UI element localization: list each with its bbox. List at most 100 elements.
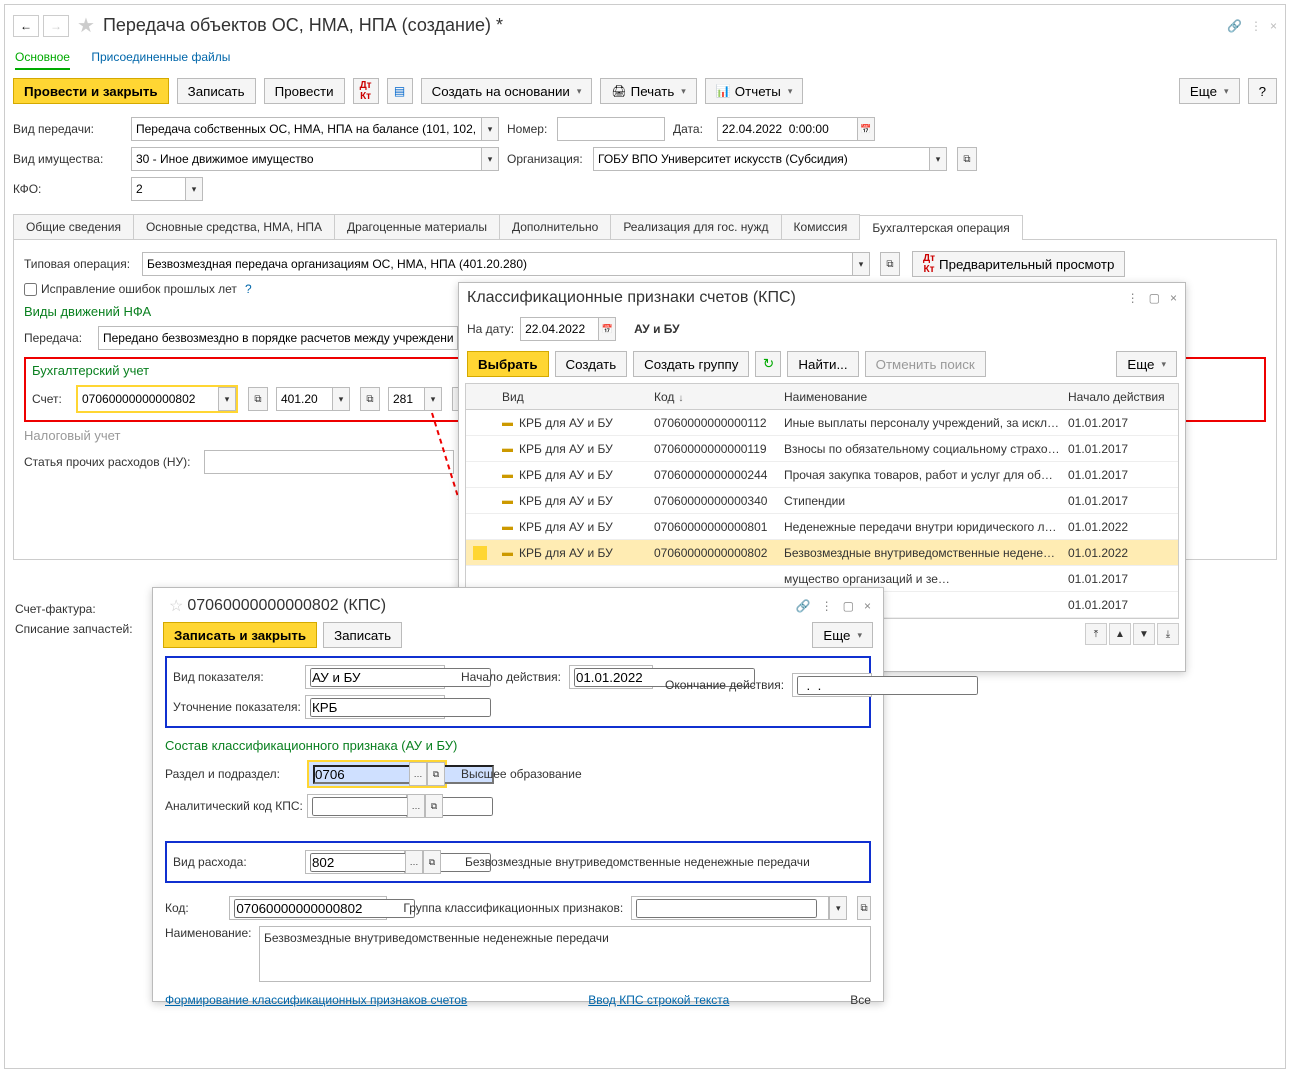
clarify-field[interactable] (305, 695, 445, 719)
table-row[interactable]: ▬ КРБ для АУ и БУ07060000000000802Безвоз… (466, 540, 1178, 566)
kps-maximize-icon[interactable]: ▢ (1149, 291, 1160, 305)
print-button[interactable]: 🖨 Печать (600, 78, 696, 104)
nav-files[interactable]: Присоединенные файлы (91, 46, 230, 68)
tab-commission[interactable]: Комиссия (781, 214, 861, 239)
section-ellipsis[interactable]: … (409, 762, 427, 786)
other-exp-field[interactable] (204, 450, 454, 474)
create-based-button[interactable]: Создать на основании (421, 78, 593, 104)
kps-cancel-find-button[interactable]: Отменить поиск (865, 351, 986, 377)
table-row[interactable]: ▬ КРБ для АУ и БУ07060000000000801Недене… (466, 514, 1178, 540)
col-name-header[interactable]: Наименование (784, 390, 1068, 404)
transfer-type-field[interactable] (131, 117, 481, 141)
col-date-header[interactable]: Начало действия (1068, 390, 1168, 404)
dtkt-button[interactable]: ДтКт (353, 78, 379, 104)
kfo-field[interactable] (131, 177, 185, 201)
property-type-field[interactable] (131, 147, 481, 171)
typop-field[interactable] (142, 252, 852, 276)
item-favorite-icon[interactable]: ☆ (169, 596, 183, 616)
name-field[interactable]: Безвозмездные внутриведомственные недене… (259, 926, 871, 982)
save-button[interactable]: Записать (177, 78, 256, 104)
link-kps-string[interactable]: Ввод КПС строкой текста (588, 993, 729, 1007)
more-button[interactable]: Еще (1179, 78, 1240, 104)
favorite-icon[interactable]: ★ (77, 13, 95, 38)
tab-accounting[interactable]: Бухгалтерская операция (859, 215, 1022, 240)
kps-scroll-top-icon[interactable]: ⤒ (1085, 623, 1107, 645)
post-and-close-button[interactable]: Провести и закрыть (13, 78, 169, 104)
group-open-button[interactable]: ⧉ (857, 896, 871, 920)
item-more-icon[interactable]: ⋮ (821, 599, 833, 613)
typop-dropdown[interactable]: ▾ (852, 252, 870, 276)
kps-more-button[interactable]: Еще (1116, 351, 1177, 377)
kps-close-icon[interactable]: × (1170, 291, 1177, 305)
analytic-field[interactable] (307, 794, 407, 818)
kps-scroll-bottom-icon[interactable]: ⤓ (1157, 623, 1179, 645)
preview-button[interactable]: ДтКт Предварительный просмотр (912, 251, 1125, 277)
table-row[interactable]: ▬ КРБ для АУ и БУ07060000000000119Взносы… (466, 436, 1178, 462)
link-icon[interactable]: 🔗 (1227, 19, 1242, 33)
kps-find-button[interactable]: Найти... (787, 351, 858, 377)
tab-additional[interactable]: Дополнительно (499, 214, 611, 239)
start-field[interactable] (569, 665, 653, 689)
item-save-close-button[interactable]: Записать и закрыть (163, 622, 317, 648)
item-link-icon[interactable]: 🔗 (796, 599, 811, 613)
tab-assets[interactable]: Основные средства, НМА, НПА (133, 214, 335, 239)
table-row[interactable]: ▬ КРБ для АУ и БУ07060000000000112Иные в… (466, 410, 1178, 436)
kps-select-button[interactable]: Выбрать (467, 351, 549, 377)
acc2-field[interactable] (276, 387, 332, 411)
transfer-type-dropdown[interactable]: ▾ (481, 117, 499, 141)
code-field[interactable] (229, 896, 387, 920)
kps-create-button[interactable]: Создать (555, 351, 628, 377)
expense-ellipsis[interactable]: … (405, 850, 423, 874)
item-maximize-icon[interactable]: ▢ (843, 599, 854, 613)
item-more-button[interactable]: Еще (812, 622, 873, 648)
date-picker-icon[interactable]: 📅 (857, 117, 875, 141)
kps-date-field[interactable] (520, 317, 598, 341)
indicator-type-field[interactable] (305, 665, 445, 689)
link-formation[interactable]: Формирование классификационных признаков… (165, 993, 467, 1007)
tab-general[interactable]: Общие сведения (13, 214, 134, 239)
all-link[interactable]: Все (850, 993, 871, 1007)
help-icon[interactable]: ? (245, 282, 252, 296)
acc2-open-button[interactable]: ⧉ (360, 387, 380, 411)
reports-button[interactable]: 📊 Отчеты (705, 78, 804, 104)
expense-field[interactable] (305, 850, 405, 874)
tab-precious[interactable]: Драгоценные материалы (334, 214, 500, 239)
table-row[interactable]: ▬ КРБ для АУ и БУ07060000000000244Прочая… (466, 462, 1178, 488)
acc3-dropdown[interactable]: ▾ (424, 387, 442, 411)
acc1-dropdown[interactable]: ▾ (218, 387, 236, 411)
analytic-ellipsis[interactable]: … (407, 794, 425, 818)
kps-scroll-up-icon[interactable]: ▲ (1109, 623, 1131, 645)
group-dropdown[interactable]: ▾ (829, 896, 847, 920)
group-field[interactable] (631, 896, 829, 920)
tab-gov[interactable]: Реализация для гос. нужд (610, 214, 781, 239)
org-field[interactable] (593, 147, 929, 171)
analytic-open-icon[interactable]: ⧉ (425, 794, 443, 818)
transfer-field[interactable] (98, 326, 458, 350)
nav-main[interactable]: Основное (15, 46, 70, 70)
forward-button[interactable]: → (43, 15, 69, 37)
list-button[interactable]: ▤ (387, 78, 413, 104)
col-code-header[interactable]: Код↓ (654, 390, 784, 404)
property-type-dropdown[interactable]: ▾ (481, 147, 499, 171)
kps-create-group-button[interactable]: Создать группу (633, 351, 749, 377)
acc2-dropdown[interactable]: ▾ (332, 387, 350, 411)
kps-date-picker-icon[interactable]: 📅 (598, 317, 616, 341)
kps-scroll-down-icon[interactable]: ▼ (1133, 623, 1155, 645)
back-button[interactable]: ← (13, 15, 39, 37)
org-open-button[interactable]: ⧉ (957, 147, 977, 171)
expense-open-icon[interactable]: ⧉ (423, 850, 441, 874)
help-button[interactable]: ? (1248, 78, 1277, 104)
more-header-icon[interactable]: ⋮ (1250, 19, 1262, 33)
typop-open-button[interactable]: ⧉ (880, 252, 900, 276)
date-field[interactable] (717, 117, 857, 141)
acc1-open-button[interactable]: ⧉ (248, 387, 268, 411)
close-header-icon[interactable]: × (1270, 19, 1277, 33)
end-field[interactable] (792, 673, 872, 697)
fix-errors-checkbox[interactable] (24, 283, 37, 296)
kps-more-icon[interactable]: ⋮ (1127, 291, 1139, 305)
kfo-dropdown[interactable]: ▾ (185, 177, 203, 201)
acc3-field[interactable] (388, 387, 424, 411)
post-button[interactable]: Провести (264, 78, 345, 104)
acc1-field[interactable] (78, 387, 218, 411)
col-type-header[interactable]: Вид (494, 390, 654, 404)
